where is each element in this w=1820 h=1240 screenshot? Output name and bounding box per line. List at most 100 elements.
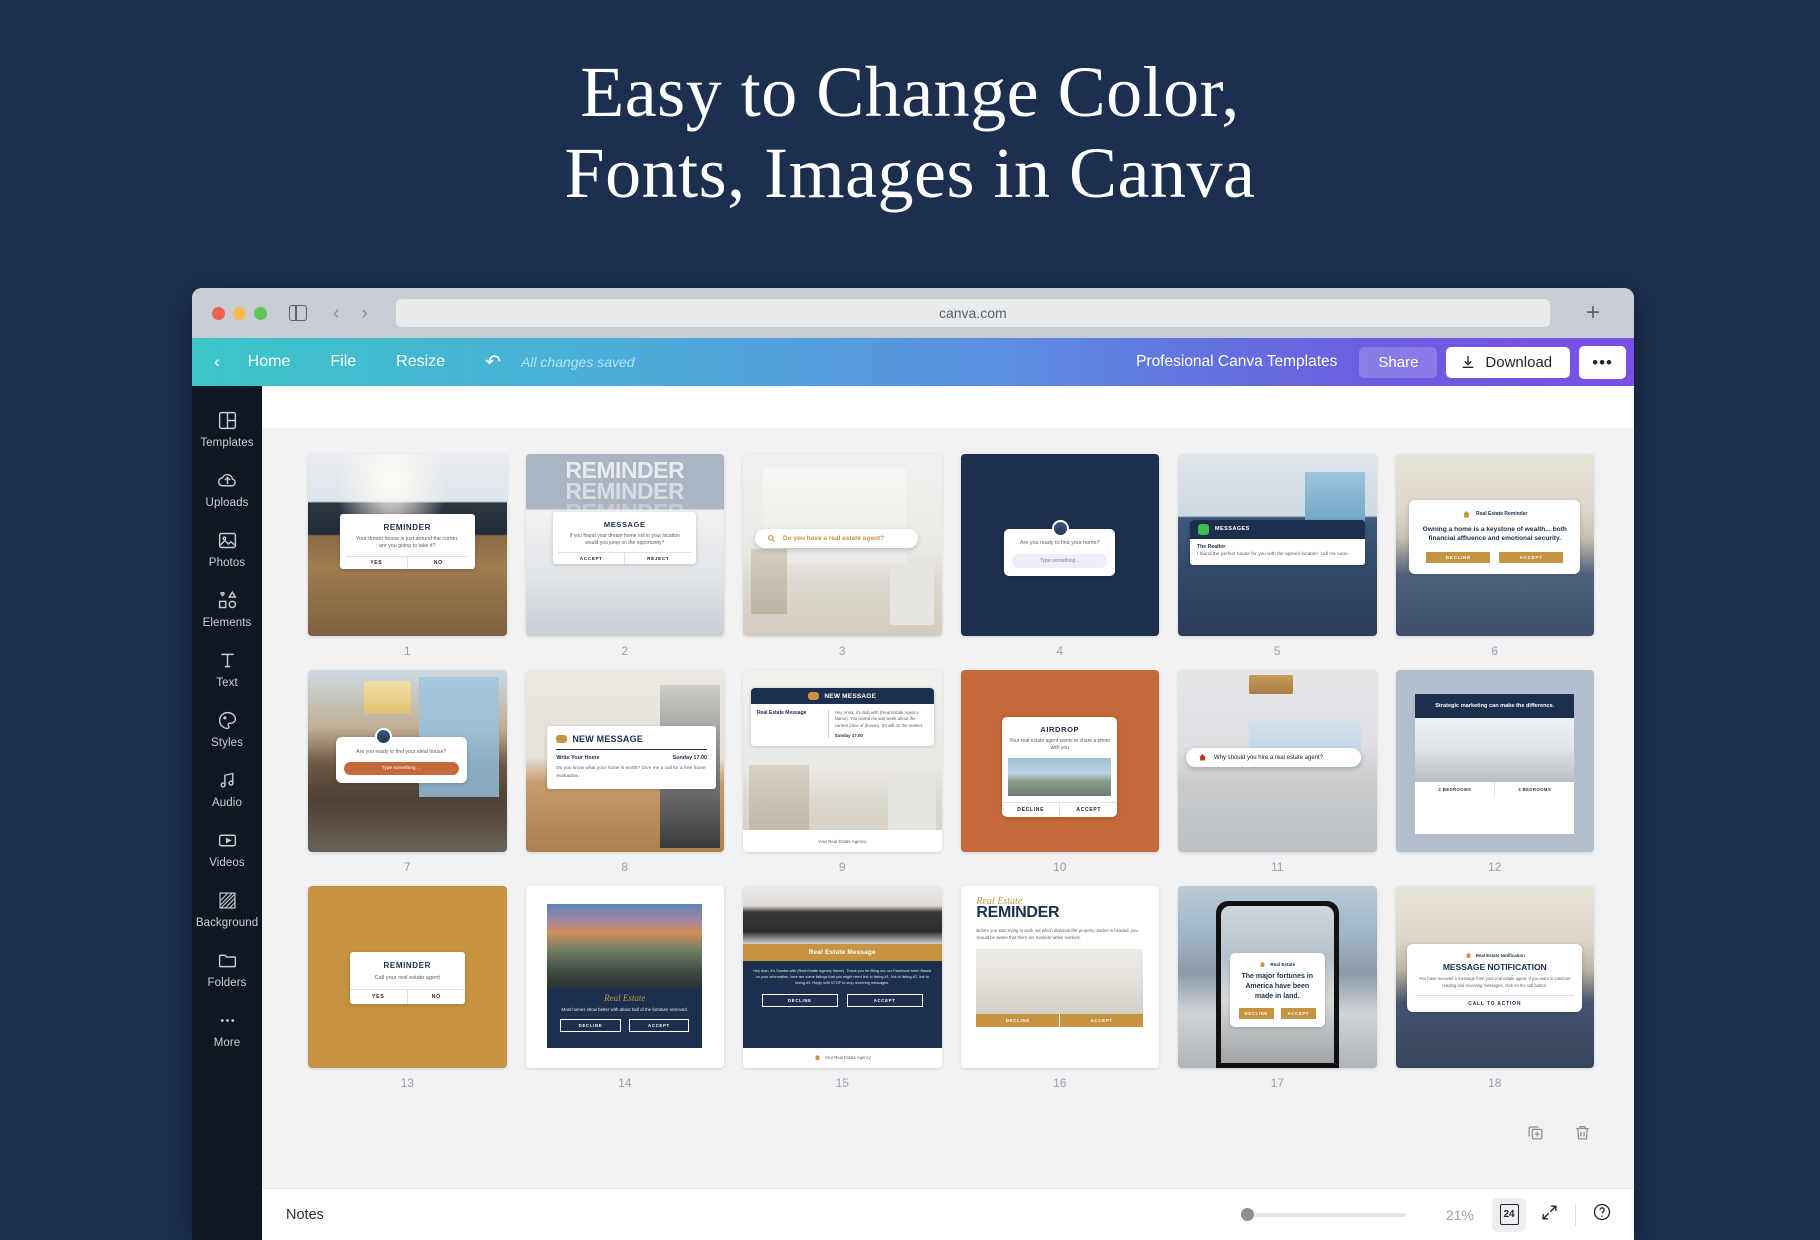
toolbar-file-button[interactable]: File	[310, 353, 376, 371]
page-thumbnail[interactable]: REMINDER Call your real estate agent YES…	[308, 886, 507, 1068]
sidebar-item-background[interactable]: Background	[192, 878, 262, 938]
page-grid-area[interactable]: REMINDER Your dream house is just around…	[262, 428, 1634, 1188]
sidebar-item-folders[interactable]: Folders	[192, 938, 262, 998]
toolbar-home-button[interactable]: Home	[228, 353, 311, 371]
slide-card-button[interactable]: DECLINE	[560, 1019, 621, 1033]
toolbar-back-icon[interactable]: ‹	[206, 352, 228, 372]
page-cell[interactable]: REMINDER Call your real estate agent YES…	[308, 886, 507, 1090]
sidebar-item-text[interactable]: Text	[192, 638, 262, 698]
page-cell[interactable]: Are you ready to find your home? Type so…	[960, 454, 1159, 658]
sidebar-item-elements[interactable]: Elements	[192, 578, 262, 638]
slide-card-button[interactable]: 2 BEDROOMS	[1415, 782, 1494, 797]
slide-card-button[interactable]: NO	[406, 990, 465, 1005]
minimize-window-button[interactable]	[233, 306, 246, 320]
page-cell[interactable]: MESSAGES The Realtor I found the perfect…	[1178, 454, 1377, 658]
page-thumbnail[interactable]: Do you have a real estate agent?	[743, 454, 942, 636]
help-button[interactable]	[1592, 1202, 1612, 1227]
forward-icon[interactable]: ›	[361, 304, 367, 323]
page-cell[interactable]: Do you have a real estate agent? 3	[743, 454, 942, 658]
duplicate-page-icon[interactable]	[1526, 1123, 1545, 1142]
sidebar-item-videos[interactable]: Videos	[192, 818, 262, 878]
page-cell[interactable]: Real Estate Reminder Owning a home is a …	[1395, 454, 1594, 658]
page-thumbnail[interactable]: Real Estate Notification MESSAGE NOTIFIC…	[1395, 886, 1594, 1068]
share-button[interactable]: Share	[1359, 346, 1438, 378]
page-thumbnail[interactable]: NEW MESSAGE Write Your Home Sunday 17.00…	[525, 670, 724, 852]
page-thumbnail[interactable]: NEW MESSAGE Real Estate Message Hey Anna…	[743, 670, 942, 852]
page-thumbnail[interactable]: Why should you hire a real estate agent?	[1178, 670, 1377, 852]
page-thumbnail[interactable]: REMINDER REMINDER REMINDER MESSAGE If yo…	[525, 454, 724, 636]
more-options-button[interactable]: •••	[1579, 345, 1626, 379]
slide-card-input[interactable]: Type something ...	[343, 762, 459, 776]
slide-card-button[interactable]: ACCEPT	[1280, 1008, 1316, 1020]
page-thumbnail[interactable]: Real Estate REMINDER Before you start tr…	[960, 886, 1159, 1068]
page-thumbnail[interactable]: MESSAGES The Realtor I found the perfect…	[1178, 454, 1377, 636]
page-thumbnail[interactable]: Strategic marketing can make the differe…	[1395, 670, 1594, 852]
delete-page-icon[interactable]	[1573, 1123, 1592, 1142]
close-window-button[interactable]	[212, 306, 225, 320]
toolbar-undo-icon[interactable]: ↶	[465, 351, 517, 374]
page-cell[interactable]: Real Estate Notification MESSAGE NOTIFIC…	[1395, 886, 1594, 1090]
slide-card-button[interactable]: ACCEPT	[1059, 802, 1117, 817]
slide-card-button[interactable]: DECLINE	[762, 993, 838, 1007]
page-cell[interactable]: REMINDER Your dream house is just around…	[308, 454, 507, 658]
page-thumbnail[interactable]: AIRDROP Your real estate agent wants to …	[960, 670, 1159, 852]
page-thumbnail[interactable]: Are you ready to find your ideal house? …	[308, 670, 507, 852]
page-cell[interactable]: Real Estate REMINDER Before you start tr…	[960, 886, 1159, 1090]
slide-card-button[interactable]: YES	[346, 557, 407, 569]
page-count-button[interactable]: 24	[1492, 1197, 1526, 1232]
back-icon[interactable]: ‹	[333, 304, 339, 323]
page-thumbnail[interactable]: Real Estate Reminder Owning a home is a …	[1395, 454, 1594, 636]
slide-card-button[interactable]: DECLINE	[976, 1013, 1060, 1027]
page-cell[interactable]: Strategic marketing can make the differe…	[1395, 670, 1594, 874]
page-thumbnail[interactable]: Real Estate The major fortunes in Americ…	[1178, 886, 1377, 1068]
page-row-tools[interactable]	[1526, 1123, 1592, 1142]
new-tab-button[interactable]: +	[1566, 301, 1620, 325]
slide-card-button[interactable]: ACCEPT	[1060, 1013, 1144, 1027]
notes-label[interactable]: Notes	[286, 1207, 324, 1223]
maximize-window-button[interactable]	[254, 306, 267, 320]
sidebar-item-templates[interactable]: Templates	[192, 398, 262, 458]
sidebar-item-audio[interactable]: Audio	[192, 758, 262, 818]
slide-card-input[interactable]: Type something...	[1012, 553, 1108, 568]
page-cell[interactable]: Are you ready to find your ideal house? …	[308, 670, 507, 874]
window-controls[interactable]	[212, 306, 267, 320]
page-cell[interactable]: Real Estate Message Hey Alan, it's Sandr…	[743, 886, 942, 1090]
page-thumbnail[interactable]: Real Estate Most homes show better with …	[525, 886, 724, 1068]
slide-card-button[interactable]: ACCEPT	[558, 553, 624, 564]
page-cell[interactable]: NEW MESSAGE Write Your Home Sunday 17.00…	[525, 670, 724, 874]
page-cell[interactable]: AIRDROP Your real estate agent wants to …	[960, 670, 1159, 874]
slide-card-button[interactable]: 3 BEDROOMS	[1495, 782, 1574, 797]
url-bar[interactable]: canva.com	[395, 299, 1550, 327]
slide-card-button[interactable]: ACCEPT	[628, 1019, 690, 1033]
slide-card-button[interactable]: DECLINE	[1426, 552, 1491, 564]
slide-card-button[interactable]: CALL TO ACTION	[1415, 994, 1575, 1012]
page-cell[interactable]: Real Estate Most homes show better with …	[525, 886, 724, 1090]
toolbar-resize-button[interactable]: Resize	[376, 353, 465, 371]
page-cell[interactable]: Real Estate The major fortunes in Americ…	[1178, 886, 1377, 1090]
page-thumbnail[interactable]: Real Estate Message Hey Alan, it's Sandr…	[743, 886, 942, 1068]
zoom-slider-track[interactable]	[1254, 1212, 1406, 1217]
slide-card-button[interactable]: ACCEPT	[1499, 552, 1564, 564]
sidebar-item-uploads[interactable]: Uploads	[192, 458, 262, 518]
sidebar-item-styles[interactable]: Styles	[192, 698, 262, 758]
slide-card-button[interactable]: NO	[406, 557, 469, 570]
download-button[interactable]: Download	[1446, 346, 1571, 378]
expand-button[interactable]	[1540, 1203, 1559, 1227]
page-cell[interactable]: NEW MESSAGE Real Estate Message Hey Anna…	[743, 670, 942, 874]
page-cell[interactable]: Why should you hire a real estate agent?…	[1178, 670, 1377, 874]
slide-card-button[interactable]: ACCEPT	[846, 993, 923, 1007]
sidebar-item-photos[interactable]: Photos	[192, 518, 262, 578]
page-cell[interactable]: REMINDER REMINDER REMINDER MESSAGE If yo…	[525, 454, 724, 658]
page-thumbnail[interactable]: Are you ready to find your home? Type so…	[960, 454, 1159, 636]
zoom-slider[interactable]	[1241, 1208, 1406, 1221]
page-thumbnail[interactable]: REMINDER Your dream house is just around…	[308, 454, 507, 636]
slide-card-button[interactable]: YES	[350, 990, 407, 1004]
sidebar-toggle-icon[interactable]	[289, 305, 307, 321]
slide-card-button[interactable]: REJECT	[624, 552, 691, 564]
sidebar-item-more[interactable]: More	[192, 998, 262, 1058]
slide-card-button[interactable]: DECLINE	[1238, 1008, 1274, 1020]
zoom-slider-handle[interactable]	[1241, 1208, 1254, 1221]
slide-card-button[interactable]: DECLINE	[1002, 803, 1059, 817]
browser-nav-arrows[interactable]: ‹ ›	[333, 304, 368, 323]
design-title[interactable]: Profesional Canva Templates	[1136, 353, 1359, 371]
